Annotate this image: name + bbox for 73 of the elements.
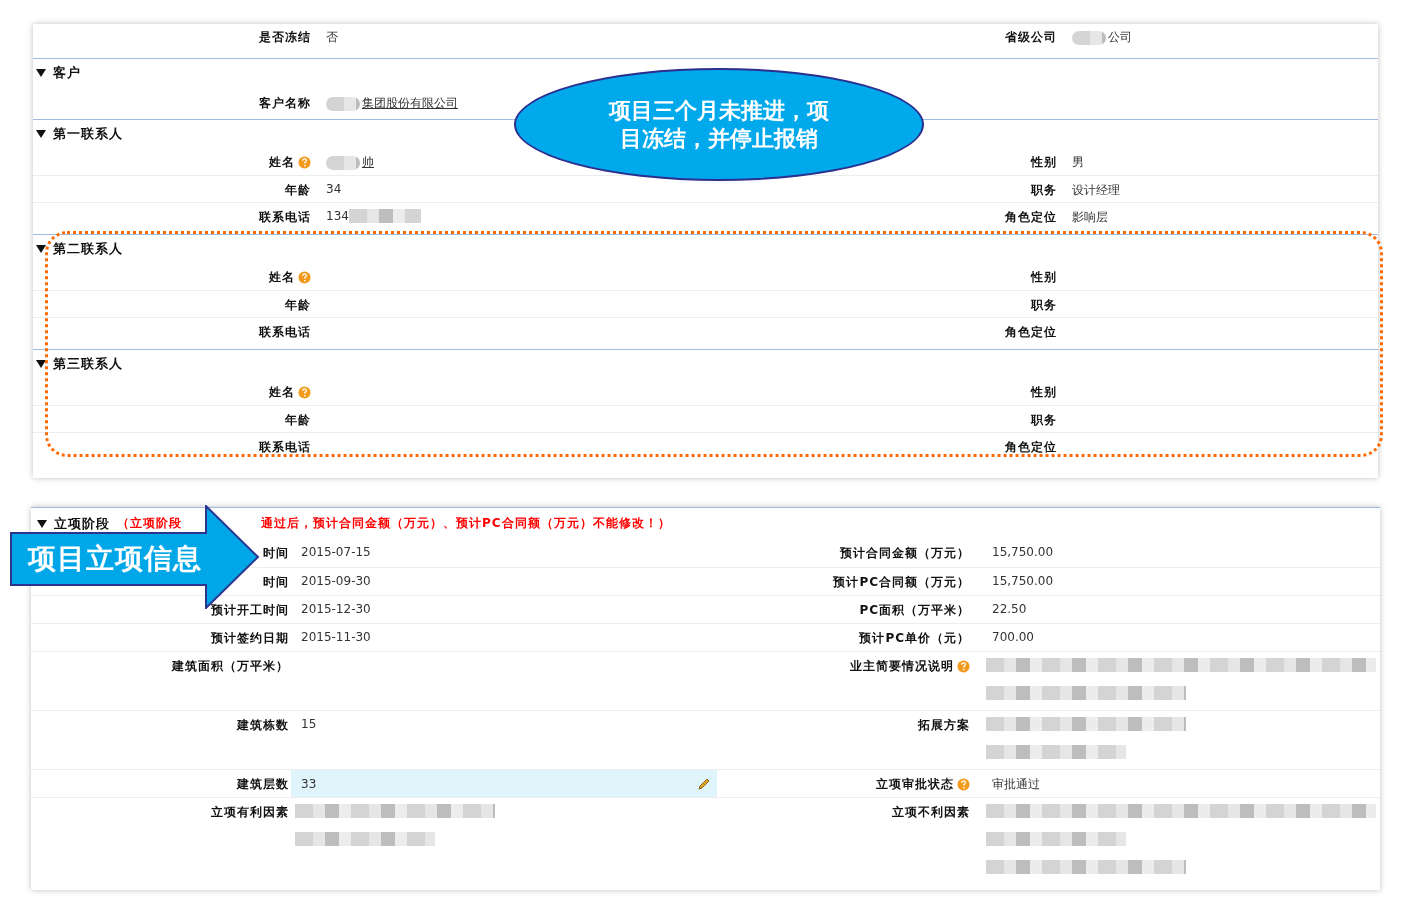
callout-text: 项目三个月未推进，项 <box>609 96 829 125</box>
field-label: 业主简要情况说明 <box>850 658 954 675</box>
pencil-icon[interactable] <box>697 776 711 791</box>
field-value: 审批通过 <box>991 776 1040 793</box>
field-label: 年龄 <box>285 297 311 314</box>
callout-text: 目冻结，并停止报销 <box>620 124 818 153</box>
field-label: 年龄 <box>285 182 311 199</box>
field-label: 建筑层数 <box>237 776 289 793</box>
field-value: 34 <box>326 182 342 196</box>
field-label: 姓名 <box>269 154 295 171</box>
field-label: 角色定位 <box>1005 439 1057 456</box>
field-value: 2015-09-30 <box>300 574 371 588</box>
field-label: 性别 <box>1031 384 1057 401</box>
field-label: 性别 <box>1031 269 1057 286</box>
field-value: 设计经理 <box>1072 182 1120 199</box>
section-title: 第二联系人 <box>53 240 123 258</box>
value-link[interactable]: 帅 <box>362 154 374 171</box>
field-value: 15,750.00 <box>991 545 1054 559</box>
field-label: 建筑面积（万平米） <box>172 658 289 675</box>
field-label: 职务 <box>1031 182 1057 199</box>
field-label: 建筑栋数 <box>237 717 289 734</box>
warning-note: 通过后，预计合同金额（万元）、预计PC合同额（万元）不能修改！） <box>261 515 671 532</box>
field-label: 职务 <box>1031 412 1057 429</box>
value-link[interactable]: 集团股份有限公司 <box>362 95 458 112</box>
field-label: 联系电话 <box>259 324 311 341</box>
field-label: 拓展方案 <box>918 717 970 734</box>
field-value: 2015-12-30 <box>300 602 371 616</box>
field-value: 公司 <box>1108 29 1132 46</box>
section-title: 客户 <box>53 64 81 82</box>
section-title: 第三联系人 <box>53 355 123 373</box>
field-value: 15,750.00 <box>991 574 1054 588</box>
field-value: 2015-07-15 <box>300 545 371 559</box>
field-label: 是否冻结 <box>259 29 311 46</box>
field-value: 2015-11-30 <box>300 630 371 644</box>
input-field[interactable]: 33 <box>291 770 717 797</box>
field-label: 角色定位 <box>1005 209 1057 226</box>
field-value: 否 <box>326 29 338 46</box>
field-label: PC面积（万平米） <box>859 602 970 619</box>
section-title: 第一联系人 <box>53 125 123 143</box>
section-title: 立项阶段 <box>54 514 110 533</box>
field-label: 时间 <box>263 545 289 562</box>
field-label: 姓名 <box>269 269 295 286</box>
field-value: 影响层 <box>1072 209 1108 226</box>
field-label: 预计PC合同额（万元） <box>833 574 970 591</box>
collapse-icon[interactable] <box>36 69 46 77</box>
field-label: 职务 <box>1031 297 1057 314</box>
field-value: 男 <box>1072 154 1084 171</box>
field-label: 立项审批状态 <box>876 776 954 793</box>
field-label: 客户名称 <box>259 95 311 112</box>
field-label: 姓名 <box>269 384 295 401</box>
field-value: 134 <box>326 209 349 223</box>
field-label: 预计合同金额（万元） <box>840 545 970 562</box>
callout-text: 项目立项信息 <box>28 541 202 577</box>
field-label: 立项有利因素 <box>211 804 289 821</box>
field-label: 时间 <box>263 574 289 591</box>
field-label: 省级公司 <box>1005 29 1057 46</box>
warning-note: （立项阶段 <box>117 515 182 532</box>
field-label: 年龄 <box>285 412 311 429</box>
field-label: 联系电话 <box>259 209 311 226</box>
field-label: 预计开工时间 <box>211 602 289 619</box>
collapse-icon[interactable] <box>36 245 46 253</box>
field-label: 性别 <box>1031 154 1057 171</box>
field-value: 700.00 <box>991 630 1034 644</box>
field-value: 15 <box>300 717 317 731</box>
collapse-icon[interactable] <box>36 360 46 368</box>
field-label: 角色定位 <box>1005 324 1057 341</box>
collapse-icon[interactable] <box>36 130 46 138</box>
collapse-icon[interactable] <box>37 519 47 528</box>
field-label: 预计PC单价（元） <box>859 630 970 647</box>
field-label: 立项不利因素 <box>892 804 970 821</box>
field-label: 预计签约日期 <box>211 630 289 647</box>
field-label: 联系电话 <box>259 439 311 456</box>
field-value: 22.50 <box>991 602 1027 616</box>
